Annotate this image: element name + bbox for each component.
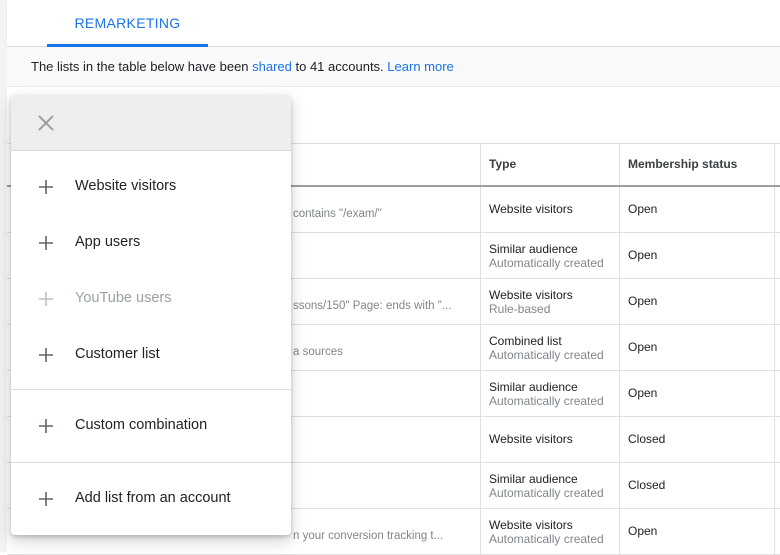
menu-item-youtube-users: YouTube users (11, 271, 291, 327)
menu-item-label: Customer list (75, 346, 160, 362)
row-type: Website visitors (489, 288, 573, 302)
plus-icon (39, 419, 53, 433)
row-rule-text: a sources (293, 346, 343, 358)
menu-item-website-visitors[interactable]: Website visitors (11, 159, 291, 215)
row-rule-text: n your conversion tracking t... (293, 530, 444, 542)
cell-status: Closed (619, 417, 775, 462)
row-type: Website visitors (489, 518, 573, 532)
menu-item-label: YouTube users (75, 290, 172, 306)
menu-item-customer-list[interactable]: Customer list (11, 327, 291, 383)
menu-item-label: Add list from an account (75, 490, 231, 506)
plus-icon (39, 492, 53, 506)
shared-lists-banner: The lists in the table below have been s… (7, 47, 780, 87)
cell-type: Similar audience Automatically created (480, 233, 619, 278)
row-status: Closed (628, 478, 666, 492)
row-status: Closed (628, 432, 666, 446)
learn-more-link[interactable]: Learn more (387, 59, 453, 74)
cell-status: Open (619, 279, 775, 324)
row-type: Similar audience (489, 472, 578, 486)
row-status: Open (628, 340, 658, 354)
menu-item-label: Website visitors (75, 178, 177, 194)
row-type: Combined list (489, 334, 562, 348)
row-rule-text: ssons/150" Page: ends with "... (293, 300, 452, 312)
menu-item-label: Custom combination (75, 417, 208, 433)
cell-type: Similar audience Automatically created (480, 371, 619, 416)
tab-remarketing-label: REMARKETING (74, 15, 181, 31)
plus-icon (39, 348, 53, 362)
menu-item-add-list-from-account[interactable]: Add list from an account (11, 471, 291, 527)
plus-icon (39, 292, 53, 306)
column-header-membership-status[interactable]: Membership status (619, 144, 775, 185)
row-type-sub: Rule-based (489, 302, 551, 316)
cell-type: Website visitors (480, 417, 619, 462)
row-rule-text: contains "/exam/" (293, 208, 382, 220)
menu-group-combination: Custom combination (11, 390, 291, 462)
tab-bar: REMARKETING (7, 0, 780, 47)
banner-prefix: The lists in the table below have been (31, 59, 253, 74)
menu-group-account: Add list from an account (11, 463, 291, 527)
cell-type: Similar audience Automatically created (480, 463, 619, 508)
shared-link[interactable]: shared (252, 59, 292, 74)
plus-icon (39, 236, 53, 250)
row-type-sub: Automatically created (489, 348, 604, 362)
row-status: Open (628, 524, 658, 538)
close-icon[interactable] (35, 112, 57, 134)
cell-status: Open (619, 233, 775, 278)
cell-status: Closed (619, 463, 775, 508)
cell-status: Open (619, 371, 775, 416)
cell-status: Open (619, 325, 775, 370)
menu-header (11, 95, 291, 151)
row-status: Open (628, 248, 658, 262)
row-status: Open (628, 294, 658, 308)
row-type-sub: Automatically created (489, 256, 604, 270)
column-header-type[interactable]: Type (480, 144, 619, 185)
left-edge-strip (0, 0, 7, 552)
menu-item-custom-combination[interactable]: Custom combination (11, 398, 291, 454)
cell-status: Open (619, 509, 775, 554)
row-status: Open (628, 202, 658, 216)
add-audience-menu: Website visitors App users YouTube users… (11, 95, 291, 535)
row-status: Open (628, 386, 658, 400)
banner-middle: to 41 accounts. (291, 59, 388, 74)
cell-type: Combined list Automatically created (480, 325, 619, 370)
row-type-sub: Automatically created (489, 394, 604, 408)
banner-text: The lists in the table below have been s… (31, 59, 454, 74)
row-type-sub: Automatically created (489, 486, 604, 500)
cell-status: Open (619, 187, 775, 232)
cell-type: Website visitors Automatically created (480, 509, 619, 554)
tab-remarketing[interactable]: REMARKETING (47, 0, 208, 47)
menu-group-sources: Website visitors App users YouTube users… (11, 151, 291, 389)
menu-item-app-users[interactable]: App users (11, 215, 291, 271)
row-type: Website visitors (489, 432, 573, 446)
cell-type: Website visitors (480, 187, 619, 232)
row-type-sub: Automatically created (489, 532, 604, 546)
row-type: Similar audience (489, 380, 578, 394)
plus-icon (39, 180, 53, 194)
row-type: Website visitors (489, 202, 573, 216)
menu-item-label: App users (75, 234, 141, 250)
row-type: Similar audience (489, 242, 578, 256)
cell-type: Website visitors Rule-based (480, 279, 619, 324)
